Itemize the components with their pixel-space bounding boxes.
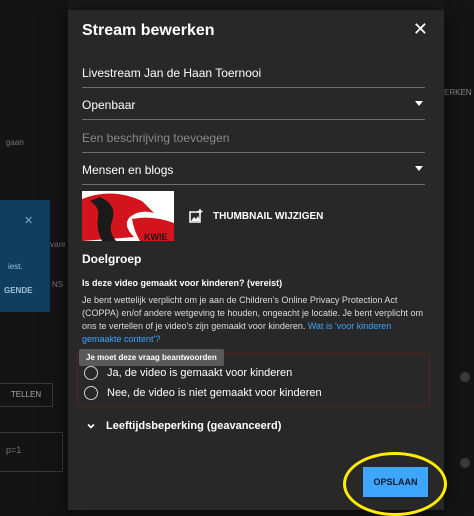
category-value: Mensen en blogs [82,163,174,177]
description-placeholder: Een beschrijving toevoegen [82,131,230,145]
chevron-down-icon [87,423,95,429]
change-thumbnail-label: THUMBNAIL WIJZIGEN [213,210,324,222]
highlight-circle [343,452,447,516]
background-right-panel [444,0,474,515]
background-radio [460,372,470,382]
background-text: NS [52,280,64,289]
audience-heading: Doelgroep [82,252,142,266]
close-icon: ✕ [24,215,34,227]
edit-stream-dialog: Stream bewerken ✕ Livestream Jan de Haan… [68,10,447,516]
background-tellen-button: TELLEN [0,383,53,407]
kids-question: Is deze video gemaakt voor kinderen? (ve… [82,278,283,288]
error-tooltip: Je moet deze vraag beantwoorden [79,349,224,366]
option-yes[interactable]: Ja, de video is gemaakt voor kinderen [84,366,292,380]
dropdown-caret-icon [415,101,423,106]
title-value: Livestream Jan de Haan Toernooi [82,66,262,80]
background-input: p=1 [0,432,63,472]
radio-button[interactable] [84,386,98,400]
background-tab: ERKEN [444,88,472,97]
option-no[interactable]: Nee, de video is niet gemaakt voor kinde… [84,386,322,400]
background-text: gaan [6,138,24,147]
dialog-title: Stream bewerken [82,22,215,39]
radio-button[interactable] [84,366,98,380]
background-card-text: iest. [8,262,23,271]
add-photo-icon [189,209,203,223]
background-info-card: ✕ iest. GENDE [0,200,50,312]
visibility-value: Openbaar [82,98,136,112]
visibility-select[interactable]: Openbaar [82,98,425,120]
change-thumbnail-button[interactable]: THUMBNAIL WIJZIGEN [189,209,323,223]
background-input-value: p=1 [6,445,22,455]
close-button[interactable]: ✕ [413,19,428,40]
background-text: vare [50,240,66,249]
thumbnail-image: KWIE [82,191,174,241]
kids-description: Je bent wettelijk verplicht om je aan de… [82,294,432,346]
svg-text:KWIE: KWIE [144,232,168,241]
background-card-action: GENDE [4,286,33,295]
age-restriction-label: Leeftijdsbeperking (geavanceerd) [106,420,282,432]
description-field[interactable]: Een beschrijving toevoegen [82,131,425,153]
title-field[interactable]: Livestream Jan de Haan Toernooi [82,66,425,88]
background-radio [460,458,470,468]
category-select[interactable]: Mensen en blogs [82,163,425,185]
close-icon: ✕ [412,19,428,39]
option-yes-label: Ja, de video is gemaakt voor kinderen [107,367,293,379]
dropdown-caret-icon [415,166,423,171]
option-no-label: Nee, de video is niet gemaakt voor kinde… [107,387,322,399]
age-restriction-toggle[interactable]: Leeftijdsbeperking (geavanceerd) [87,420,281,432]
